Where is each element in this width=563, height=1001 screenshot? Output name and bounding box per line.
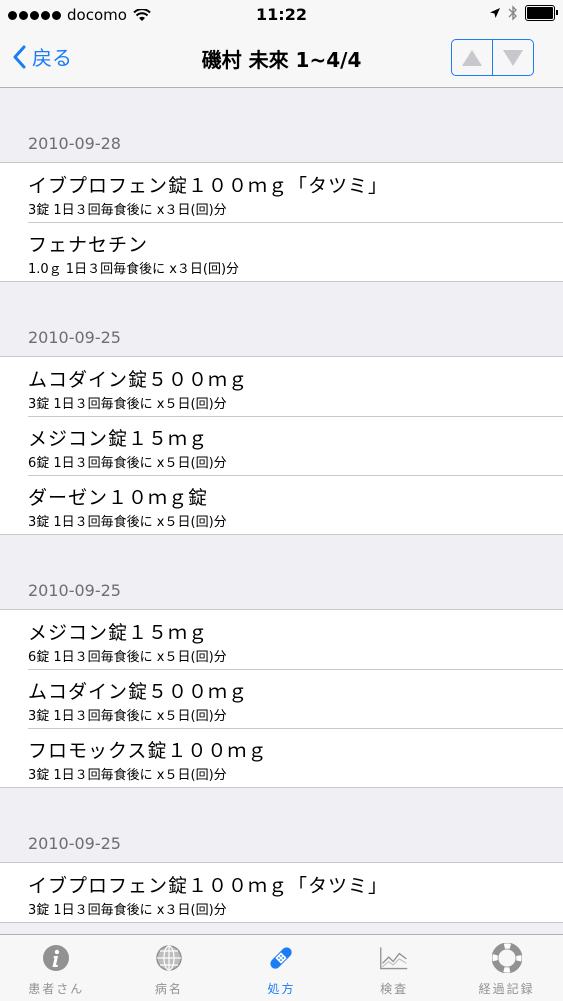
prescription-row[interactable]: ダーゼン１０ｍｇ錠 3錠 1日３回毎食後に x５日(回)分 — [0, 475, 563, 534]
tab-label: 患者さん — [28, 982, 85, 996]
globe-icon — [154, 943, 184, 973]
navigation-bar: 戻る 磯村 未來 1~4/4 — [0, 30, 563, 88]
tab-bar: 患者さん 病名 処方 検査 経過記録 — [0, 934, 563, 1001]
section-date-header: 2010-09-25 — [28, 328, 121, 347]
info-icon — [41, 943, 71, 973]
tab-progress-record[interactable]: 経過記録 — [450, 935, 563, 1001]
tab-label: 病名 — [154, 982, 183, 996]
drug-name: イブプロフェン錠１００ｍｇ「タツミ」 — [28, 175, 389, 197]
prescription-row[interactable]: メジコン錠１５ｍｇ 6錠 1日３回毎食後に x５日(回)分 — [0, 610, 563, 669]
section-date-header: 2010-09-25 — [28, 834, 121, 853]
section-rows: ムコダイン錠５００ｍｇ 3錠 1日３回毎食後に x５日(回)分 メジコン錠１５ｍ… — [0, 356, 563, 535]
section-rows: メジコン錠１５ｍｇ 6錠 1日３回毎食後に x５日(回)分 ムコダイン錠５００ｍ… — [0, 609, 563, 788]
dosage-text: 6錠 1日３回毎食後に x５日(回)分 — [28, 456, 227, 471]
tab-disease[interactable]: 病名 — [113, 935, 226, 1001]
dosage-text: 1.0ｇ 1日３回毎食後に x３日(回)分 — [28, 262, 240, 277]
prescription-row[interactable]: イブプロフェン錠１００ｍｇ「タツミ」 3錠 1日３回毎食後に x３日(回)分 — [0, 863, 563, 922]
section-rows: イブプロフェン錠１００ｍｇ「タツミ」 3錠 1日３回毎食後に x３日(回)分 — [0, 862, 563, 923]
prescription-row[interactable]: ムコダイン錠５００ｍｇ 3錠 1日３回毎食後に x５日(回)分 — [0, 669, 563, 728]
prescription-section: 2010-09-28 イブプロフェン錠１００ｍｇ「タツミ」 3錠 1日３回毎食後… — [0, 88, 563, 282]
prescription-list: 2010-09-28 イブプロフェン錠１００ｍｇ「タツミ」 3錠 1日３回毎食後… — [0, 88, 563, 934]
lifebuoy-icon — [491, 943, 522, 973]
tab-patient[interactable]: 患者さん — [0, 935, 113, 1001]
drug-name: メジコン錠１５ｍｇ — [28, 622, 209, 644]
prescription-row[interactable]: メジコン錠１５ｍｇ 6錠 1日３回毎食後に x５日(回)分 — [0, 416, 563, 475]
triangle-up-icon — [462, 49, 482, 66]
drug-name: ダーゼン１０ｍｇ錠 — [28, 487, 209, 509]
dosage-text: 3錠 1日３回毎食後に x５日(回)分 — [28, 397, 227, 412]
dosage-text: 3錠 1日３回毎食後に x５日(回)分 — [28, 768, 227, 783]
status-bar: docomo 11:22 — [0, 0, 563, 30]
location-arrow-icon — [490, 8, 500, 18]
dosage-text: 3錠 1日３回毎食後に x３日(回)分 — [28, 903, 227, 918]
drug-name: ムコダイン錠５００ｍｇ — [28, 681, 249, 703]
prescription-section: 2010-09-25 イブプロフェン錠１００ｍｇ「タツミ」 3錠 1日３回毎食後… — [0, 788, 563, 923]
prescription-row[interactable]: イブプロフェン錠１００ｍｇ「タツミ」 3錠 1日３回毎食後に x３日(回)分 — [0, 163, 563, 222]
tab-label: 経過記録 — [478, 982, 535, 996]
bluetooth-icon — [508, 5, 517, 21]
dosage-text: 3錠 1日３回毎食後に x３日(回)分 — [28, 203, 227, 218]
section-date-header: 2010-09-28 — [28, 134, 121, 153]
dosage-text: 6錠 1日３回毎食後に x５日(回)分 — [28, 650, 227, 665]
previous-record-button[interactable] — [452, 40, 492, 75]
prescription-section: 2010-09-25 ムコダイン錠５００ｍｇ 3錠 1日３回毎食後に x５日(回… — [0, 282, 563, 535]
prescription-row[interactable]: フロモックス錠１００ｍｇ 3錠 1日３回毎食後に x５日(回)分 — [0, 728, 563, 787]
bandage-icon — [266, 943, 296, 973]
drug-name: イブプロフェン錠１００ｍｇ「タツミ」 — [28, 875, 389, 897]
dosage-text: 3錠 1日３回毎食後に x５日(回)分 — [28, 515, 227, 530]
section-rows: イブプロフェン錠１００ｍｇ「タツミ」 3錠 1日３回毎食後に x３日(回)分 フ… — [0, 162, 563, 282]
prescription-section: 2010-09-25 メジコン錠１５ｍｇ 6錠 1日３回毎食後に x５日(回)分… — [0, 535, 563, 788]
tab-label: 検査 — [380, 982, 409, 996]
tab-prescription[interactable]: 処方 — [225, 935, 338, 1001]
status-time: 11:22 — [256, 5, 307, 24]
section-date-header: 2010-09-25 — [28, 581, 121, 600]
battery-icon — [525, 5, 558, 21]
prescription-row[interactable]: ムコダイン錠５００ｍｇ 3錠 1日３回毎食後に x５日(回)分 — [0, 357, 563, 416]
record-navigation-segment — [451, 39, 534, 76]
drug-name: ムコダイン錠５００ｍｇ — [28, 369, 249, 391]
tab-examination[interactable]: 検査 — [338, 935, 451, 1001]
status-right — [489, 5, 558, 21]
drug-name: フロモックス錠１００ｍｇ — [28, 740, 268, 762]
drug-name: フェナセチン — [28, 234, 149, 256]
triangle-down-icon — [503, 49, 523, 66]
tab-label: 処方 — [267, 982, 296, 996]
drug-name: メジコン錠１５ｍｇ — [28, 428, 209, 450]
next-record-button[interactable] — [492, 40, 533, 75]
prescription-row[interactable]: フェナセチン 1.0ｇ 1日３回毎食後に x３日(回)分 — [0, 222, 563, 281]
chart-icon — [379, 943, 409, 973]
dosage-text: 3錠 1日３回毎食後に x５日(回)分 — [28, 709, 227, 724]
